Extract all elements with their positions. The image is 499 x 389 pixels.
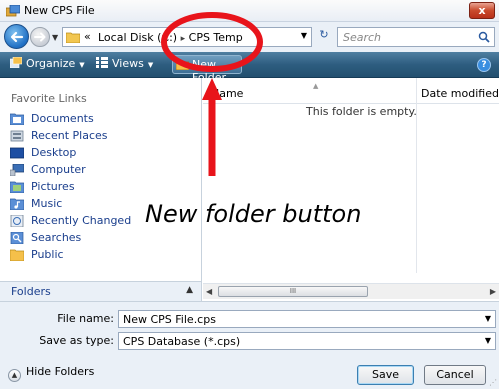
nav-item-pictures[interactable]: Pictures (10, 179, 195, 195)
views-icon (96, 57, 108, 68)
hide-folders-button[interactable]: ▲ Hide Folders (8, 365, 94, 382)
title-bar: New CPS File x (0, 0, 499, 22)
folders-label: Folders (11, 285, 51, 298)
forward-arrow-icon (34, 32, 46, 42)
help-icon[interactable]: ? (477, 58, 491, 72)
organize-button[interactable]: Organize ▼ (10, 57, 85, 70)
nav-item-label: Searches (31, 231, 82, 244)
empty-folder-message: This folder is empty. (306, 105, 417, 118)
horizontal-scrollbar[interactable]: ◀ III ▶ (203, 283, 499, 299)
scroll-left-icon[interactable]: ◀ (206, 287, 212, 296)
file-name-label: File name: (57, 312, 114, 325)
nav-item-label: Recent Places (31, 129, 108, 142)
nav-item-label: Documents (31, 112, 94, 125)
folder-icon (66, 32, 80, 43)
nav-item-label: Public (31, 248, 64, 261)
new-folder-icon (176, 59, 189, 70)
hide-folders-label: Hide Folders (26, 365, 95, 378)
search-icon[interactable] (478, 31, 490, 43)
nav-item-documents[interactable]: Documents (10, 111, 195, 127)
back-button[interactable] (4, 24, 29, 49)
documents-icon (10, 113, 24, 125)
address-dropdown-icon[interactable]: ▼ (301, 31, 307, 40)
nav-item-label: Recently Changed (31, 214, 132, 227)
annotation-label: New folder button (145, 200, 362, 228)
file-name-field[interactable]: New CPS File.cps ▼ (118, 310, 496, 328)
nav-item-searches[interactable]: Searches (10, 230, 195, 246)
music-icon (10, 198, 24, 210)
public-folder-icon (10, 249, 24, 261)
searches-icon (10, 232, 24, 244)
save-as-type-label: Save as type: (39, 334, 114, 347)
cancel-button[interactable]: Cancel (424, 365, 486, 385)
back-arrow-icon (10, 31, 24, 43)
forward-button[interactable] (30, 27, 50, 47)
views-button[interactable]: Views ▼ (96, 57, 153, 70)
scroll-thumb[interactable]: III (218, 286, 368, 297)
favorite-links-header: Favorite Links (11, 92, 87, 105)
nav-item-label: Computer (31, 163, 86, 176)
resize-grip-icon[interactable]: ⋰ (489, 378, 497, 387)
window-title: New CPS File (24, 4, 95, 17)
column-header-date-modified[interactable]: Date modified (421, 87, 499, 100)
desktop-icon (10, 147, 24, 159)
column-header-name[interactable]: Name (211, 87, 243, 100)
chevron-down-icon: ▼ (147, 61, 154, 69)
save-as-type-select[interactable]: CPS Database (*.cps) ▼ (118, 332, 496, 350)
breadcrumb-separator-icon[interactable]: ▸ (181, 34, 186, 44)
scroll-right-icon[interactable]: ▶ (490, 287, 496, 296)
save-as-type-value: CPS Database (*.cps) (123, 335, 241, 348)
breadcrumb-overflow[interactable]: « (84, 30, 91, 43)
navigation-pane: Favorite Links Documents Recent Places D… (0, 78, 202, 281)
nav-item-label: Desktop (31, 146, 77, 159)
chevron-down-icon[interactable]: ▼ (485, 314, 491, 323)
breadcrumb-segment[interactable]: CPS Temp (189, 31, 243, 44)
nav-item-public[interactable]: Public (10, 247, 195, 263)
sort-indicator-icon: ▲ (313, 82, 319, 90)
breadcrumb-segment[interactable]: Local Disk (C:) (98, 31, 177, 44)
pictures-icon (10, 181, 24, 193)
save-button[interactable]: Save (357, 365, 414, 385)
folders-bar[interactable]: Folders ▲ (0, 281, 202, 301)
chevron-down-icon: ▼ (79, 61, 85, 69)
chevron-down-icon[interactable]: ▼ (485, 336, 491, 345)
search-input[interactable]: Search (337, 27, 495, 47)
breadcrumb: Local Disk (C:) ▸ CPS Temp (98, 31, 298, 44)
new-folder-button[interactable]: New Folder (172, 55, 242, 84)
close-button[interactable]: x (469, 2, 495, 19)
search-placeholder: Search (343, 31, 382, 44)
file-list[interactable]: Name ▲ Date modified This folder is empt… (203, 78, 499, 281)
nav-item-recent-places[interactable]: Recent Places (10, 128, 195, 144)
command-bar: Organize▼ Views▼ New Folder ? (0, 52, 499, 84)
recent-places-icon (10, 130, 24, 142)
chevron-up-icon: ▲ (186, 285, 193, 295)
save-form: File name: New CPS File.cps ▼ Save as ty… (0, 301, 499, 389)
nav-item-label: Pictures (31, 180, 75, 193)
recent-pages-dropdown-icon[interactable]: ▼ (52, 33, 58, 42)
app-icon (6, 5, 20, 17)
recently-changed-icon (10, 215, 24, 227)
refresh-icon[interactable]: ↻ (315, 28, 333, 46)
column-header-row: Name ▲ Date modified (203, 82, 499, 104)
computer-icon (10, 164, 24, 176)
organize-label: Organize (26, 57, 76, 70)
chevron-up-icon: ▲ (8, 369, 21, 382)
nav-item-desktop[interactable]: Desktop (10, 145, 195, 161)
organize-icon (10, 57, 22, 68)
file-name-value: New CPS File.cps (123, 313, 216, 326)
address-bar[interactable]: « Local Disk (C:) ▸ CPS Temp ▼ (62, 27, 312, 47)
address-row: ▼ « Local Disk (C:) ▸ CPS Temp ▼ ↻ Searc… (0, 22, 499, 52)
views-label: Views (112, 57, 144, 70)
nav-item-label: Music (31, 197, 63, 210)
nav-item-computer[interactable]: Computer (10, 162, 195, 178)
